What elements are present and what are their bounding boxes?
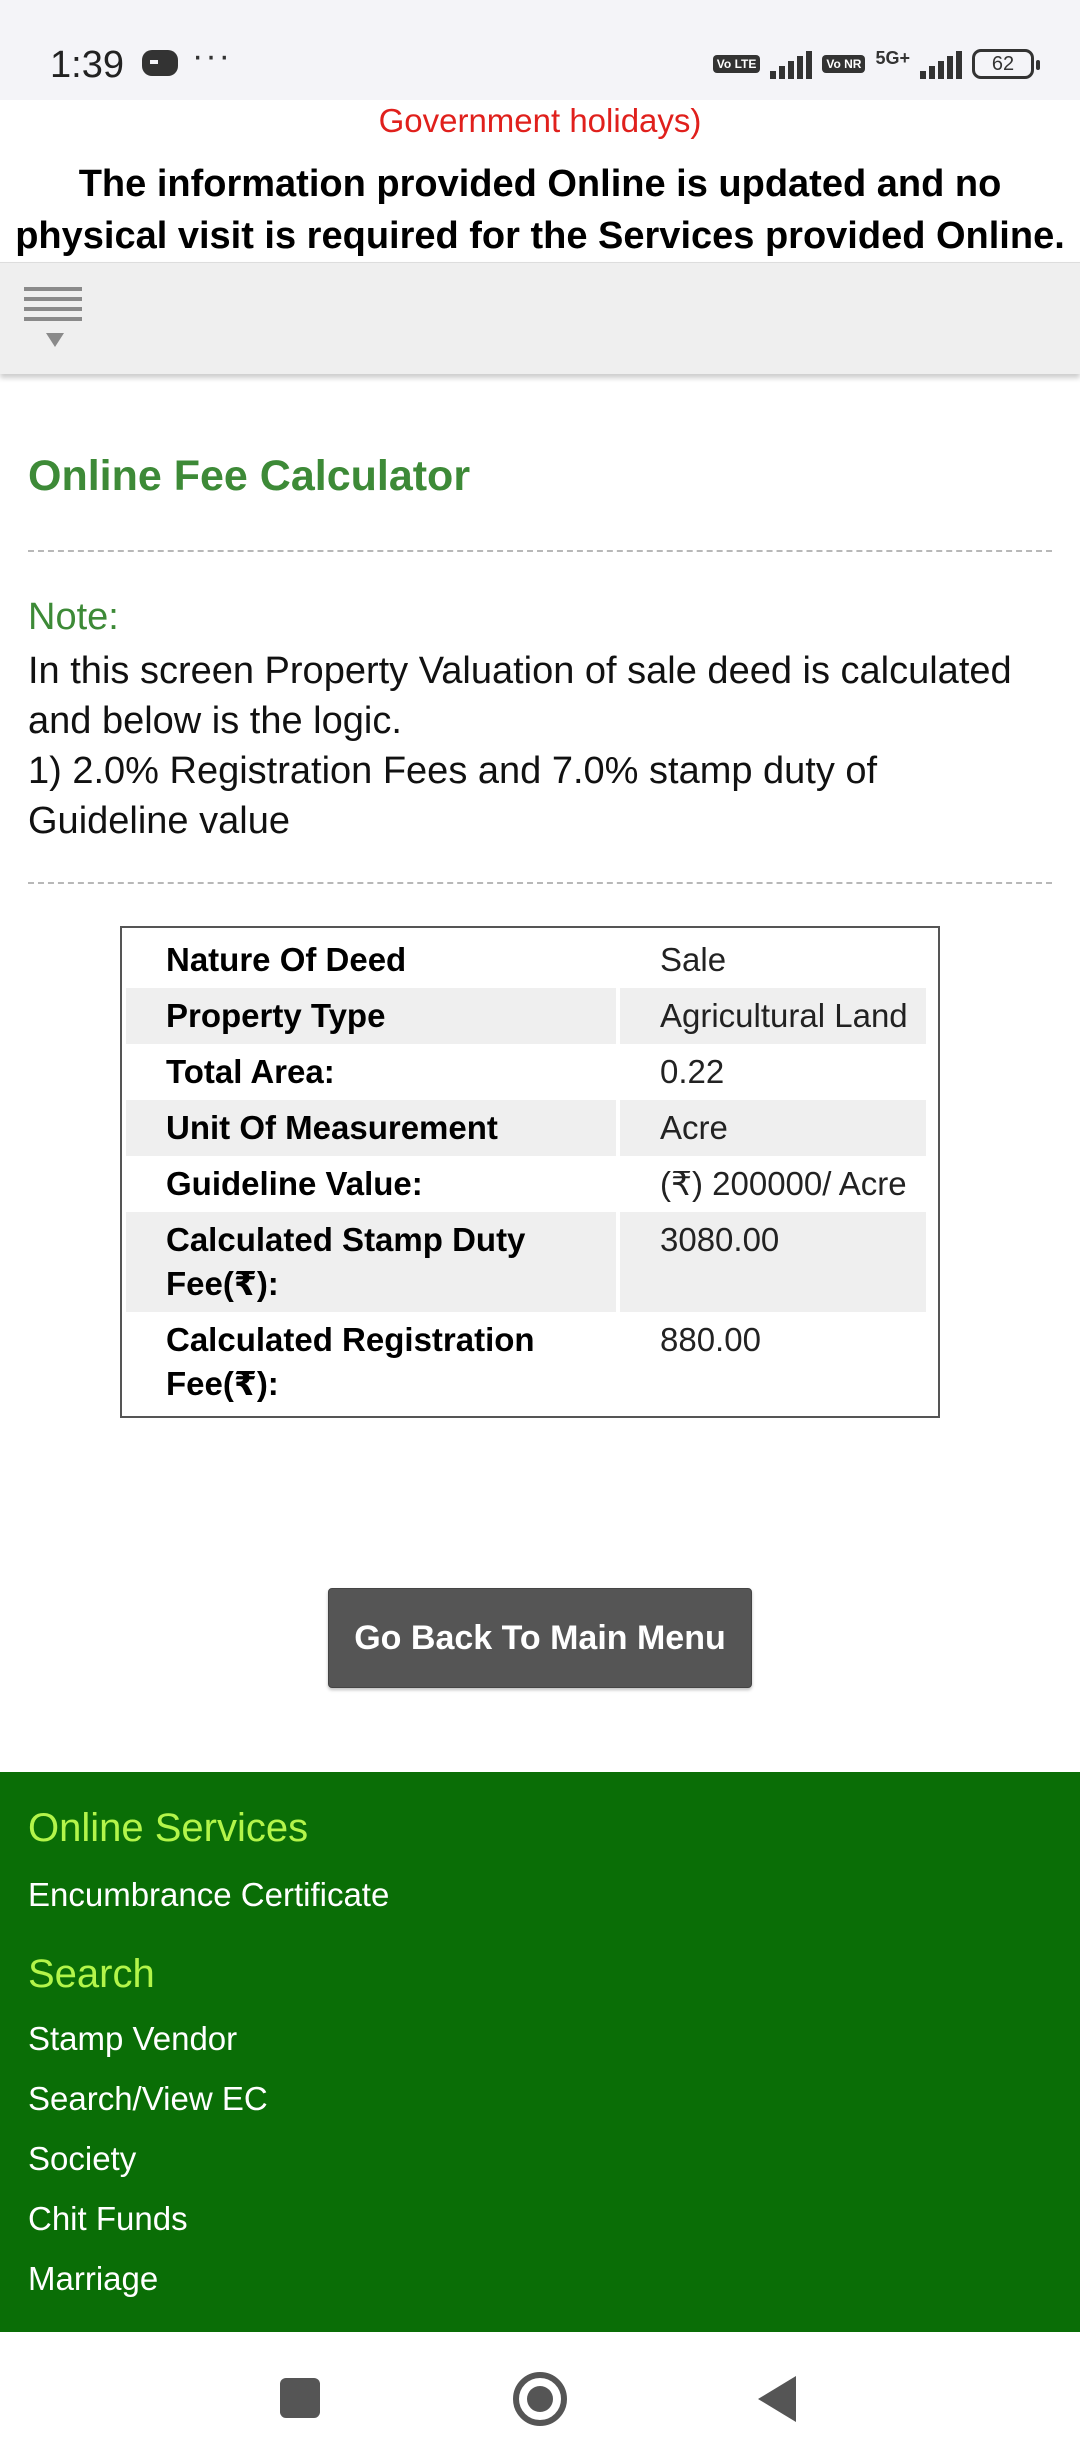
table-row: Calculated Registration Fee(₹): 880.00 [126, 1312, 934, 1412]
note-label: Note: [28, 596, 119, 638]
network-type: 5G+ [875, 48, 910, 68]
table-row: Guideline Value: (₹) 200000/ Acre [126, 1156, 934, 1212]
footer-link-search-view-ec[interactable]: Search/View EC [28, 2080, 268, 2118]
row-value: Sale [660, 941, 727, 978]
footer-link-encumbrance-certificate[interactable]: Encumbrance Certificate [28, 1876, 389, 1914]
table-row: Total Area: 0.22 [126, 1044, 934, 1100]
status-bar: 1:39 ··· Vo LTE Vo NR 5G+ 62 [0, 0, 1080, 100]
page-title: Online Fee Calculator [28, 452, 471, 500]
volte-nr-icon: Vo NR [822, 54, 866, 73]
search-heading: Search [28, 1952, 155, 1996]
status-left-icons: ··· [142, 37, 232, 76]
row-key: Calculated Stamp Duty Fee(₹): [126, 1212, 616, 1312]
status-right-icons: Vo LTE Vo NR 5G+ 62 [712, 48, 1040, 79]
row-key: Property Type [126, 988, 616, 1044]
table-row: Property Type Agricultural Land [126, 988, 934, 1044]
row-key: Calculated Registration Fee(₹): [166, 1321, 535, 1402]
status-time: 1:39 [50, 44, 124, 86]
fee-table: Nature Of Deed Sale Property Type Agricu… [120, 926, 940, 1418]
row-value: Acre [620, 1100, 926, 1156]
row-key: Guideline Value: [166, 1165, 423, 1202]
note-text: In this screen Property Valuation of sal… [28, 646, 1038, 846]
row-key: Unit Of Measurement [126, 1100, 616, 1156]
row-value: 880.00 [660, 1321, 761, 1358]
home-icon[interactable] [513, 2372, 567, 2426]
notice-red-text: Government holidays) [378, 102, 702, 139]
signal-icon-2 [920, 49, 962, 79]
notice-main-text: The information provided Online is updat… [15, 163, 1065, 257]
menu-icon[interactable] [24, 287, 84, 351]
row-key: Total Area: [166, 1053, 335, 1090]
back-icon[interactable] [758, 2376, 796, 2422]
online-services-heading: Online Services [28, 1806, 309, 1850]
note-line-1: In this screen Property Valuation of sal… [28, 650, 1012, 742]
table-row: Calculated Stamp Duty Fee(₹): 3080.00 [126, 1212, 934, 1312]
note-line-2: 1) 2.0% Registration Fees and 7.0% stamp… [28, 750, 878, 842]
footer-link-chit-funds[interactable]: Chit Funds [28, 2200, 188, 2238]
table-row: Unit Of Measurement Acre [126, 1100, 934, 1156]
more-notifications-icon: ··· [192, 36, 232, 75]
row-value: (₹) 200000/ Acre [660, 1165, 907, 1202]
divider [28, 550, 1052, 552]
footer-link-marriage[interactable]: Marriage [28, 2260, 158, 2298]
table-row: Nature Of Deed Sale [126, 932, 934, 988]
row-value: Agricultural Land [620, 988, 926, 1044]
footer: Online Services Encumbrance Certificate … [0, 1772, 1080, 2332]
footer-link-stamp-vendor[interactable]: Stamp Vendor [28, 2020, 237, 2058]
menu-bar [0, 262, 1080, 374]
row-value: 3080.00 [620, 1212, 926, 1312]
battery-icon: 62 [972, 48, 1040, 79]
back-to-main-menu-button[interactable]: Go Back To Main Menu [328, 1588, 752, 1688]
volte-lte-icon: Vo LTE [712, 54, 761, 73]
recents-icon[interactable] [280, 2378, 320, 2418]
row-key: Nature Of Deed [166, 941, 407, 978]
footer-link-society[interactable]: Society [28, 2140, 136, 2178]
gamepad-icon [142, 50, 178, 76]
signal-icon [770, 49, 813, 79]
row-value: 0.22 [660, 1053, 725, 1090]
navigation-bar [0, 2332, 1080, 2460]
divider [28, 882, 1052, 884]
